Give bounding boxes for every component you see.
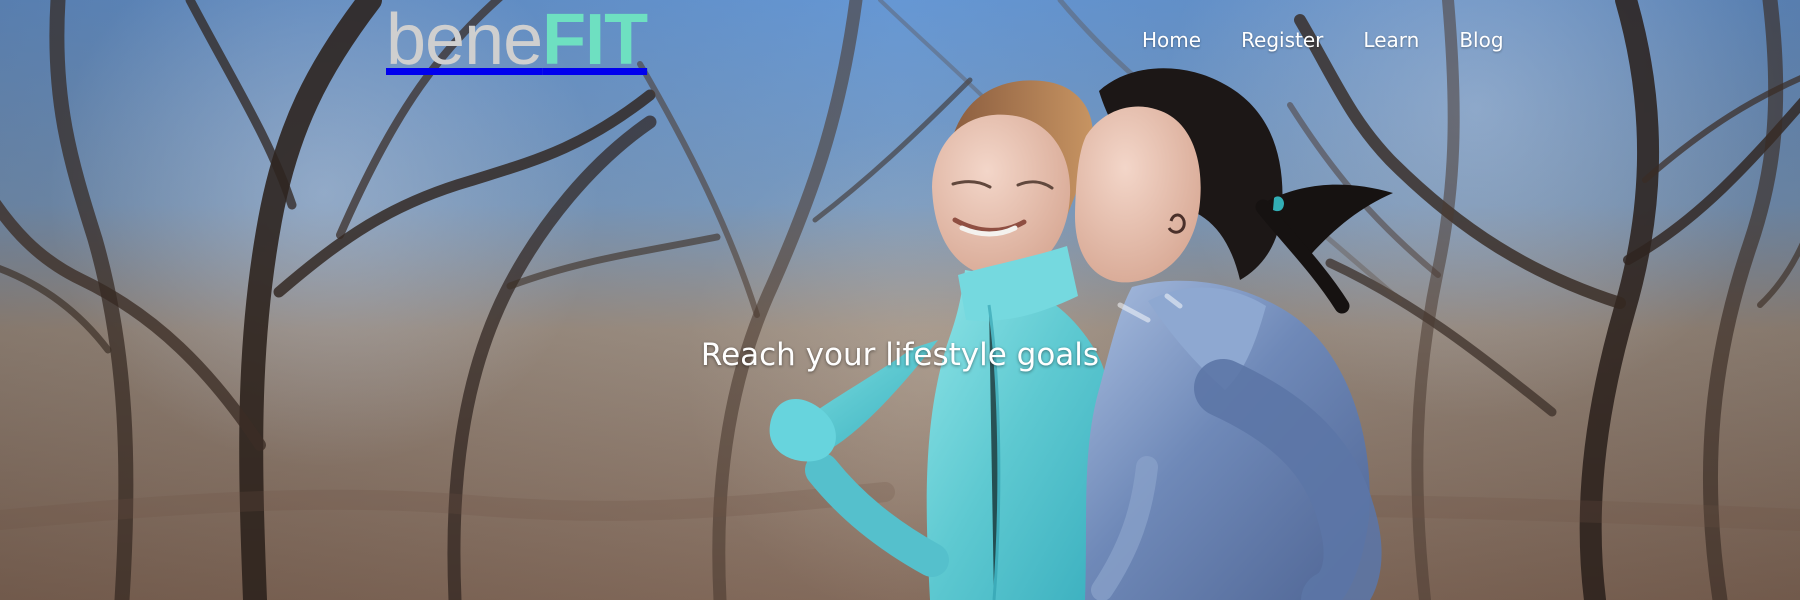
- main-navigation: Home Register Learn Blog: [1142, 22, 1504, 58]
- nav-blog-link[interactable]: Blog: [1459, 22, 1503, 58]
- hero-heading: Reach your lifestyle goals: [700, 337, 1100, 373]
- site-logo-link[interactable]: beneFIT: [386, 0, 648, 80]
- nav-learn-link[interactable]: Learn: [1363, 22, 1419, 58]
- runners-illustration: [769, 68, 1393, 600]
- nav-register-link[interactable]: Register: [1241, 22, 1323, 58]
- hero-banner: beneFIT Home Register Learn Blog Reach y…: [0, 0, 1800, 600]
- nav-home-link[interactable]: Home: [1142, 22, 1201, 58]
- logo-wordmark-light: bene: [386, 0, 543, 80]
- logo-wordmark-accent: FIT: [542, 0, 648, 80]
- site-header: beneFIT Home Register Learn Blog: [0, 0, 1800, 80]
